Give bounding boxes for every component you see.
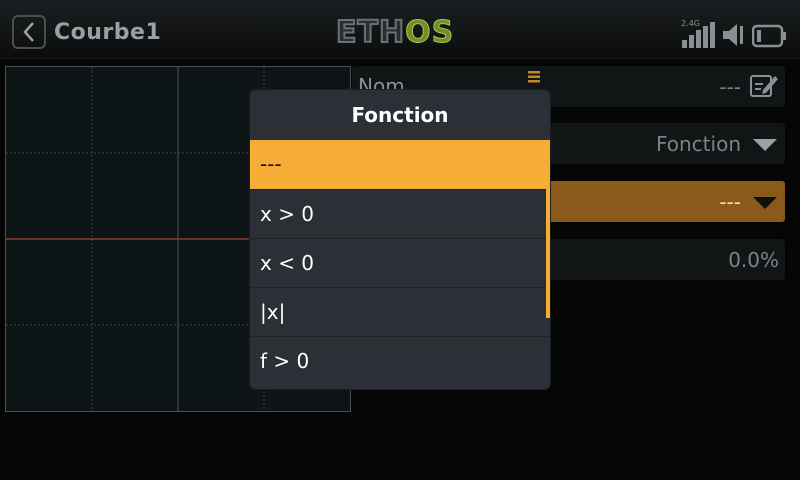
logo-text-right: OS — [405, 15, 455, 50]
option-x-negative[interactable]: x < 0 — [250, 238, 550, 287]
option-f-positive[interactable]: f > 0 — [250, 336, 550, 385]
edit-icon[interactable] — [749, 72, 779, 100]
chevron-down-icon — [753, 139, 777, 151]
logo-text-left: ETH — [335, 15, 406, 51]
ethos-logo: ETHOS — [335, 15, 455, 51]
back-icon — [23, 22, 34, 42]
top-bar: Courbe1 ETHOS 2.4G — [0, 0, 800, 59]
back-button[interactable] — [12, 15, 46, 49]
offset-value: 0.0% — [728, 248, 779, 272]
option-none[interactable]: --- — [250, 140, 550, 189]
option-abs-x[interactable]: |x| — [250, 287, 550, 336]
chevron-down-icon — [753, 197, 777, 209]
name-value: --- — [719, 75, 741, 99]
status-icons — [682, 16, 788, 48]
page-title: Courbe1 — [54, 20, 162, 45]
battery-icon — [752, 24, 786, 48]
dialog-title: Fonction — [351, 103, 449, 127]
function-dialog: Fonction --- x > 0 x < 0 |x| f > 0 — [250, 90, 550, 389]
type-value: Fonction — [655, 132, 741, 156]
menu-icon[interactable] — [528, 70, 542, 84]
function-value: --- — [719, 190, 741, 214]
volume-icon — [723, 24, 743, 46]
dialog-scrollbar[interactable] — [546, 140, 550, 318]
option-x-positive[interactable]: x > 0 — [250, 189, 550, 238]
signal-icon — [682, 22, 715, 48]
